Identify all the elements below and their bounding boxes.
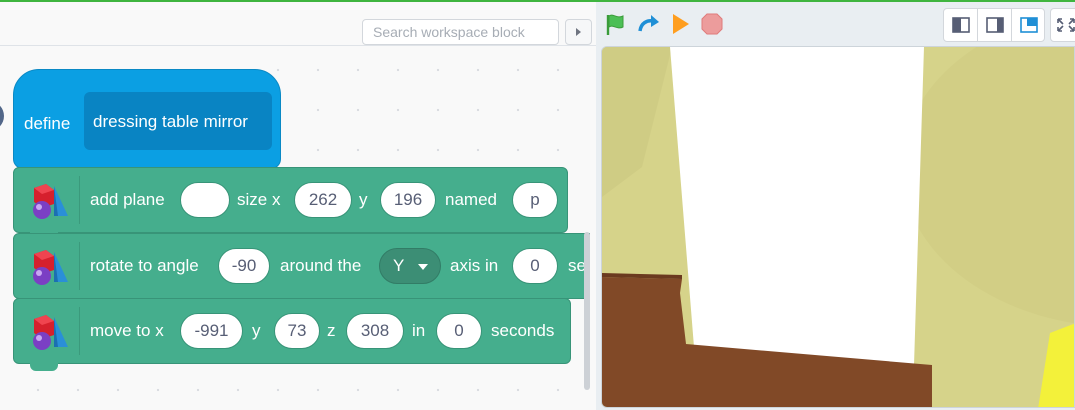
small-stage-button[interactable]	[944, 9, 978, 41]
move-seconds-label: seconds	[491, 321, 555, 340]
fullscreen-button[interactable]	[1050, 8, 1075, 42]
normal-stage-icon	[986, 17, 1004, 33]
plane-color-input[interactable]	[180, 182, 230, 218]
green-flag-icon[interactable]	[604, 12, 628, 36]
custom-block-name: dressing table mirror	[93, 112, 248, 131]
size-y-input[interactable]: 196	[380, 182, 436, 218]
workspace-vertical-scrollbar[interactable]	[584, 232, 590, 390]
define-block[interactable]: define dressing table mirror	[13, 69, 281, 169]
rotate-seconds-input[interactable]: 0	[512, 248, 558, 284]
block-separator	[79, 307, 80, 355]
stage-size-toggle	[943, 8, 1045, 42]
stop-icon[interactable]	[700, 12, 724, 36]
stage-canvas[interactable]	[601, 46, 1075, 408]
run-icon[interactable]	[668, 12, 692, 36]
move-to-x-label: move to x	[90, 321, 164, 340]
caret-down-icon	[418, 264, 428, 270]
3d-shapes-icon	[33, 250, 68, 285]
rotate-label: rotate to angle	[90, 256, 199, 275]
angle-input[interactable]: -90	[218, 248, 270, 284]
3d-scene	[602, 47, 1074, 407]
rotate-to-angle-block[interactable]: rotate to angle -90 around the Y axis in…	[13, 233, 590, 299]
normal-stage-button[interactable]	[978, 9, 1012, 41]
add-plane-label: add plane	[90, 190, 165, 209]
block-separator	[79, 176, 80, 224]
3d-shapes-icon	[33, 315, 68, 350]
block-notch	[30, 363, 58, 371]
size-y-label: y	[359, 190, 368, 209]
workspace-header: Search workspace block	[0, 2, 596, 46]
small-stage-icon	[952, 17, 970, 33]
search-workspace-input[interactable]: Search workspace block	[362, 19, 559, 45]
move-z-input[interactable]: 308	[346, 313, 404, 349]
size-x-input[interactable]: 262	[294, 182, 352, 218]
size-x-label: size x	[237, 190, 281, 209]
plane-name-input[interactable]: p	[512, 182, 558, 218]
move-y-input[interactable]: 73	[274, 313, 320, 349]
overlay-stage-button[interactable]	[1012, 9, 1046, 41]
move-y-label: y	[252, 321, 261, 340]
named-label: named	[445, 190, 497, 209]
around-the-label: around the	[280, 256, 362, 275]
move-seconds-input[interactable]: 0	[436, 313, 482, 349]
move-to-block[interactable]: move to x -991 y 73 z 308 in 0 seconds	[13, 298, 571, 364]
fullscreen-icon	[1057, 18, 1075, 32]
overlay-stage-icon	[1020, 17, 1038, 33]
define-label: define	[24, 114, 71, 133]
move-x-input[interactable]: -991	[180, 313, 243, 349]
search-next-button[interactable]	[565, 19, 592, 45]
add-plane-block[interactable]: add plane size x 262 y 196 named p	[13, 167, 568, 233]
3d-shapes-icon	[33, 184, 68, 219]
move-z-label: z	[327, 321, 336, 340]
custom-block-prototype[interactable]: dressing table mirror	[84, 92, 272, 150]
chevron-right-icon	[576, 28, 581, 36]
block-separator	[79, 242, 80, 290]
move-in-label: in	[412, 321, 426, 340]
mirror-plane	[670, 47, 924, 365]
axis-in-label: axis in	[450, 256, 499, 275]
axis-dropdown[interactable]: Y	[379, 248, 441, 284]
redo-icon[interactable]	[637, 12, 661, 36]
axis-value: Y	[393, 256, 405, 275]
